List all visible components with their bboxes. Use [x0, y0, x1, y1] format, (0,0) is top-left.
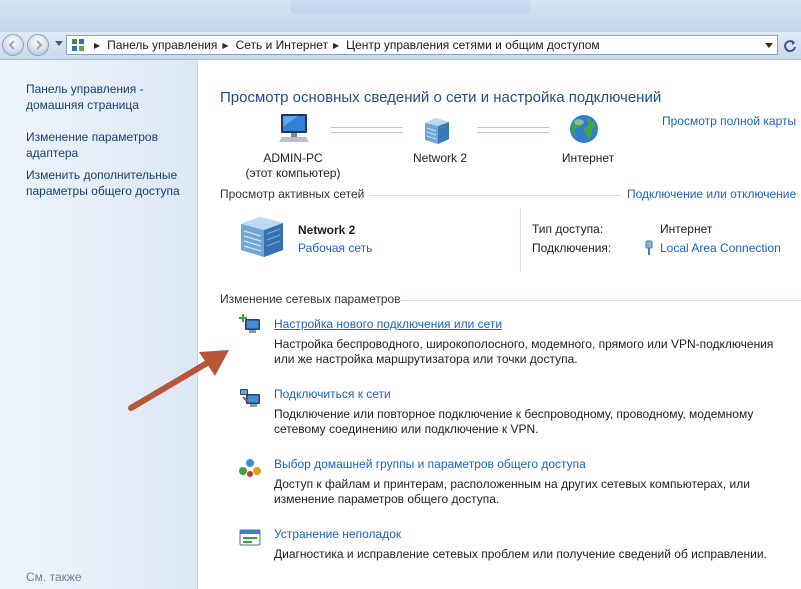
- arrow-right-icon: [36, 40, 43, 50]
- map-connector-line: [477, 127, 549, 133]
- computer-icon[interactable]: [278, 112, 312, 147]
- breadcrumb-separator[interactable]: ▶: [333, 41, 339, 50]
- computer-name: ADMIN-PC: [263, 151, 323, 165]
- task-description: Доступ к файлам и принтерам, расположенн…: [274, 477, 750, 506]
- page-title: Просмотр основных сведений о сети и наст…: [220, 89, 662, 106]
- local-area-connection-link[interactable]: Local Area Connection: [660, 241, 781, 255]
- breadcrumb-network-internet[interactable]: Сеть и Интернет: [236, 38, 328, 52]
- active-networks-heading: Просмотр активных сетей: [220, 187, 365, 201]
- access-type-value: Интернет: [660, 222, 713, 236]
- window-title-bar: [0, 0, 801, 32]
- change-settings-heading: Изменение сетевых параметров: [220, 292, 401, 306]
- back-button[interactable]: [2, 34, 24, 56]
- map-connector-line: [331, 127, 403, 133]
- new-connection-icon: [238, 313, 262, 338]
- task-description: Настройка беспроводного, широкополосного…: [274, 337, 774, 366]
- homegroup-sharing-link[interactable]: Выбор домашней группы и параметров общег…: [274, 457, 586, 471]
- tasks-pane: Панель управления - домашняя страница Из…: [0, 60, 198, 589]
- navigation-bar: ▶ Панель управления ▶ Сеть и Интернет ▶ …: [0, 32, 801, 60]
- breadcrumb-separator[interactable]: ▶: [222, 41, 228, 50]
- task-description: Подключение или повторное подключение к …: [274, 407, 754, 436]
- connect-to-network-link[interactable]: Подключиться к сети: [274, 387, 391, 401]
- breadcrumb-control-panel[interactable]: Панель управления: [107, 38, 217, 52]
- view-full-map-link[interactable]: Просмотр полной карты: [662, 114, 796, 128]
- breadcrumb-network-center[interactable]: Центр управления сетями и общим доступом: [346, 38, 600, 52]
- internet-globe-icon[interactable]: [569, 114, 599, 147]
- ethernet-plug-icon: [644, 240, 654, 259]
- recent-pages-dropdown[interactable]: [55, 41, 63, 46]
- refresh-icon: [784, 40, 796, 53]
- main-content: Просмотр основных сведений о сети и наст…: [198, 60, 801, 589]
- setup-new-connection-link[interactable]: Настройка нового подключения или сети: [274, 317, 502, 331]
- connect-disconnect-link[interactable]: Подключение или отключение: [627, 187, 796, 201]
- access-type-label: Тип доступа:: [532, 222, 604, 236]
- map-internet-label: Интернет: [561, 151, 615, 165]
- chevron-down-icon: [765, 42, 773, 48]
- troubleshoot-link[interactable]: Устранение неполадок: [274, 527, 401, 541]
- active-network-name: Network 2: [298, 223, 356, 237]
- section-divider: [398, 300, 801, 301]
- troubleshoot-icon: [238, 527, 262, 552]
- annotation-arrow-icon: [128, 350, 229, 411]
- see-also-heading: См. также: [26, 570, 82, 584]
- connections-label: Подключения:: [532, 241, 612, 255]
- section-divider: [370, 195, 620, 196]
- breadcrumb-separator: ▶: [94, 40, 101, 50]
- vertical-divider: [520, 208, 521, 272]
- sidebar-item-adapter-settings[interactable]: Изменение параметров адаптера: [26, 129, 191, 161]
- computer-subtitle: (этот компьютер): [245, 166, 341, 180]
- address-bar[interactable]: ▶ Панель управления ▶ Сеть и Интернет ▶ …: [66, 35, 778, 55]
- refresh-button[interactable]: [782, 38, 798, 54]
- address-dropdown-button[interactable]: [761, 36, 777, 54]
- map-network-name: Network 2: [412, 151, 468, 165]
- network-building-icon: [238, 214, 286, 261]
- arrow-left-icon: [8, 40, 15, 50]
- homegroup-icon: [238, 457, 262, 482]
- sidebar-item-home[interactable]: Панель управления - домашняя страница: [26, 81, 191, 113]
- network-icon[interactable]: [422, 115, 452, 148]
- connect-network-icon: [238, 387, 262, 412]
- task-description: Диагностика и исправление сетевых пробле…: [274, 547, 767, 561]
- network-type-link[interactable]: Рабочая сеть: [298, 241, 372, 255]
- control-panel-icon: [71, 38, 85, 52]
- sidebar-item-sharing-settings[interactable]: Изменить дополнительные параметры общего…: [26, 167, 191, 199]
- forward-button[interactable]: [27, 34, 49, 56]
